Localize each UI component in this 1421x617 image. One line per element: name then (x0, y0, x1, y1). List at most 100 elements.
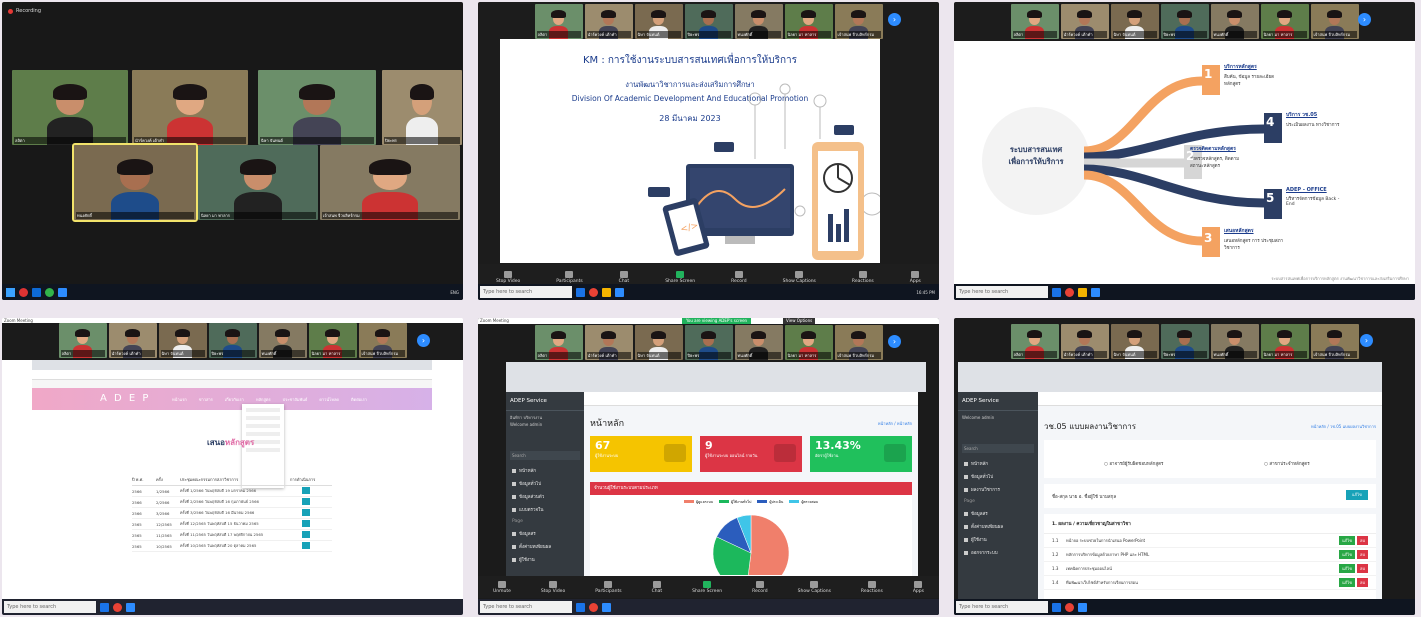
edit-button[interactable]: แก้ไข (1346, 490, 1368, 500)
zoom-icon[interactable] (58, 287, 67, 297)
participant-tile[interactable]: เจ้าสนพ จีวบลิทร์กรม (834, 325, 883, 360)
view-options-button[interactable]: View Options (783, 318, 816, 324)
taskbar-search[interactable]: Type here to search (956, 286, 1048, 298)
view-button[interactable] (302, 520, 310, 527)
taskbar-search[interactable]: Type here to search (480, 601, 572, 613)
zoom-chat-button[interactable]: Chat (619, 270, 629, 284)
sidebar-item[interactable]: หน้าหลัก (958, 457, 1038, 470)
zoom-apps-button[interactable]: Apps (910, 270, 921, 284)
participant-tile[interactable]: นำร์ควงค์ เต้าคำ (132, 70, 248, 145)
zoom-reactions-button[interactable]: Reactions (852, 270, 874, 284)
site-nav-item[interactable]: หน้าแรก (172, 396, 187, 403)
file-explorer-icon[interactable] (576, 287, 585, 297)
participant-tile[interactable]: ทนงศักดิ์ (258, 323, 307, 358)
sidebar-item[interactable]: ข้อมูลทั่วไป (506, 477, 584, 490)
sidebar-search[interactable]: Search (962, 444, 1034, 453)
photoshop-icon[interactable] (32, 287, 41, 297)
file-explorer-icon[interactable] (576, 602, 585, 612)
participant-tile[interactable]: นิลยา มา ทาลาร (1260, 4, 1309, 39)
sidebar-item[interactable]: ข้อมูลส่วนตัว (506, 490, 584, 503)
participant-tile[interactable]: ปิยะพร (1160, 4, 1209, 39)
sidebar-item[interactable]: ตั้งค่าบทเพียนผล (958, 520, 1038, 533)
file-explorer-icon[interactable] (1052, 287, 1061, 297)
site-nav-item[interactable]: ดาวน์โหลด (319, 396, 339, 403)
edit-button[interactable]: แก้ไข (1339, 550, 1355, 559)
file-explorer-icon[interactable] (100, 602, 109, 612)
view-button[interactable] (302, 542, 310, 549)
participant-tile[interactable]: นำร์ควงค์ เต้าคำ (584, 4, 633, 39)
chrome-icon[interactable] (1065, 602, 1074, 612)
chrome-icon[interactable] (1065, 287, 1074, 297)
delete-button[interactable]: ลบ (1357, 578, 1368, 587)
sidebar-item[interactable]: ข้อมูลสร (958, 507, 1038, 520)
radio-b[interactable]: ○ สาขาประจำหลักสูตร (1264, 460, 1310, 467)
participant-tile[interactable]: ลลิตา (1010, 324, 1059, 359)
participant-tile[interactable]: เจ้าสนพ จีวบลิทร์กรม (320, 145, 460, 220)
zoom-record-button[interactable]: Record (731, 270, 747, 284)
line-icon[interactable] (45, 287, 54, 297)
participant-tile[interactable]: ลลิตา (534, 325, 583, 360)
sidebar-item[interactable]: หน้าหลัก (506, 464, 584, 477)
participant-tile[interactable]: ลลิตา (58, 323, 107, 358)
participant-tile[interactable]: ปิยะพร (1160, 324, 1209, 359)
zoom-icon[interactable] (1091, 287, 1100, 297)
folder-icon[interactable] (1078, 287, 1087, 297)
zoom-stop-video-button[interactable]: Stop Video (496, 270, 520, 284)
taskbar-search[interactable]: Type here to search (480, 286, 572, 298)
participant-tile[interactable]: ทนงศักดิ์ (1210, 324, 1259, 359)
chrome-icon[interactable] (589, 287, 598, 297)
participant-tile[interactable]: นิลยา มา ทาลาร (198, 145, 318, 220)
sidebar-item[interactable]: ผลงานวิชาการ (958, 483, 1038, 496)
participant-tile[interactable]: ทนงศักดิ์ (1210, 4, 1259, 39)
site-nav-item[interactable]: ติดต่อเรา (351, 396, 367, 403)
pie-slice[interactable] (745, 514, 790, 592)
taskbar-search[interactable]: Type here to search (4, 601, 96, 613)
participant-tile[interactable]: ทนงศักดิ์ (734, 4, 783, 39)
participant-tile[interactable]: ฉิษา จันทนต์ (1110, 324, 1159, 359)
zoom-record-button[interactable]: Record (752, 580, 768, 594)
participant-tile[interactable]: ลลิตา (1010, 4, 1059, 39)
zoom-reactions-button[interactable]: Reactions (861, 580, 883, 594)
next-page-icon[interactable]: › (417, 334, 430, 347)
zoom-stop-video-button[interactable]: Stop Video (541, 580, 565, 594)
folder-icon[interactable] (602, 287, 611, 297)
next-page-icon[interactable]: › (888, 335, 901, 348)
participant-tile[interactable]: ฉิษา จันทนต์ (258, 70, 376, 145)
site-nav-item[interactable]: หลักสูตร (256, 396, 271, 403)
chrome-icon[interactable] (113, 602, 122, 612)
view-button[interactable] (302, 531, 310, 538)
zoom-participants-button[interactable]: Participants (595, 580, 622, 594)
delete-button[interactable]: ลบ (1357, 564, 1368, 573)
zoom-icon[interactable] (1078, 602, 1087, 612)
brand[interactable]: ADEP Service (506, 392, 584, 411)
zoom-chat-button[interactable]: Chat (652, 580, 662, 594)
participant-tile[interactable]: ฉิษา จันทนต์ (634, 4, 683, 39)
participant-tile[interactable]: ฉิษา จันทนต์ (634, 325, 683, 360)
participant-tile[interactable]: นำร์ควงค์ เต้าคำ (584, 325, 633, 360)
participant-tile[interactable]: ปิยะพร (684, 325, 733, 360)
participant-tile[interactable]: ฉิษา จันทนต์ (158, 323, 207, 358)
zoom-share-screen-button[interactable]: Share Screen (665, 270, 695, 284)
zoom-share-screen-button[interactable]: Share Screen (692, 580, 722, 594)
participant-tile[interactable]: ลลิตา (534, 4, 583, 39)
sidebar-search[interactable]: Search (510, 451, 580, 460)
participant-tile[interactable]: เจ้าสนพ จีวบลิทร์กรม (834, 4, 883, 39)
brand[interactable]: ADEP Service (958, 392, 1038, 411)
next-page-icon[interactable]: › (1360, 334, 1373, 347)
zoom-unmute-button[interactable]: Unmute (493, 580, 511, 594)
site-nav-item[interactable]: ประชาสัมพันธ์ (283, 396, 308, 403)
zoom-show-captions-button[interactable]: Show Captions (798, 580, 831, 594)
participant-tile[interactable]: นำร์ควงค์ เต้าคำ (108, 323, 157, 358)
zoom-icon[interactable] (602, 602, 611, 612)
delete-button[interactable]: ลบ (1357, 536, 1368, 545)
sidebar-item[interactable]: ผู้ใช้งาน (958, 533, 1038, 546)
participant-tile[interactable]: ทนงศักดิ์ (72, 143, 198, 222)
participant-tile[interactable]: นิลยา มา ทาลาร (1260, 324, 1309, 359)
participant-tile[interactable]: นำร์ควงค์ เต้าคำ (1060, 4, 1109, 39)
participant-tile[interactable]: นิลยา มา ทาลาร (308, 323, 357, 358)
participant-tile[interactable]: นิลยา มา ทาลาร (784, 4, 833, 39)
view-button[interactable] (302, 487, 310, 494)
zoom-apps-button[interactable]: Apps (913, 580, 924, 594)
sidebar-item[interactable]: ตั้งค่าบทเพียนผล (506, 540, 584, 553)
sidebar-item[interactable]: ข้อมูลทั่วไป (958, 470, 1038, 483)
